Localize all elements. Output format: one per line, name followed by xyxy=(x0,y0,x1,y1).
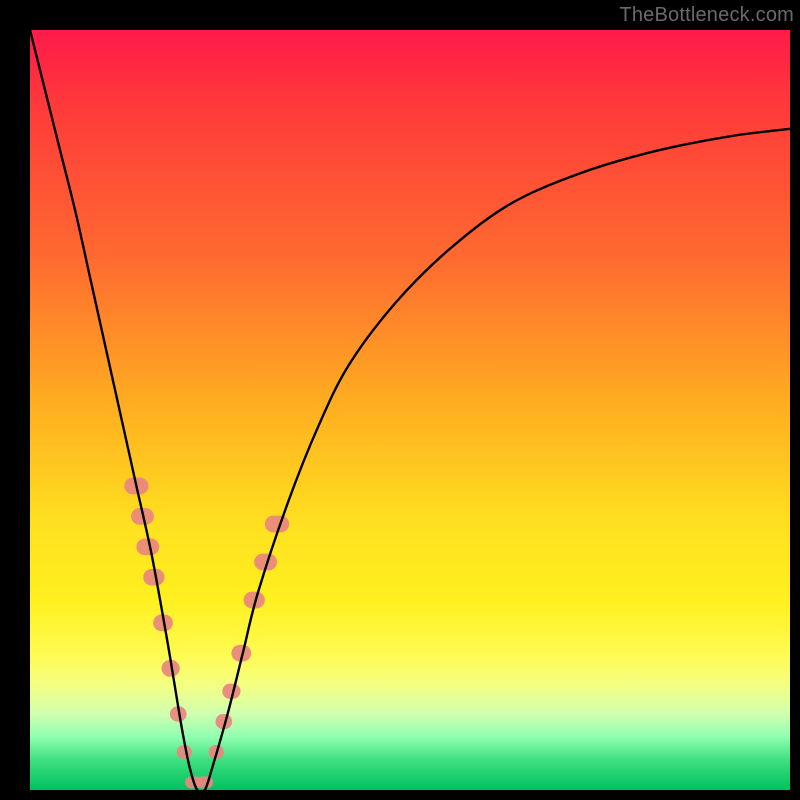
curve-marker xyxy=(131,508,154,525)
curve-marker xyxy=(124,478,148,495)
curve-marker xyxy=(136,538,159,555)
curve-marker xyxy=(170,706,187,721)
watermark-text: TheBottleneck.com xyxy=(619,4,794,27)
curve-marker xyxy=(265,516,289,533)
curve-marker xyxy=(254,554,277,571)
curve-marker xyxy=(196,776,213,788)
plot-area xyxy=(30,30,790,790)
chart-frame: TheBottleneck.com xyxy=(0,0,800,800)
curve-marker xyxy=(215,714,232,729)
curve-marker xyxy=(153,614,173,631)
markers-group xyxy=(124,478,289,789)
curve-marker xyxy=(209,745,224,759)
curve-marker xyxy=(185,776,202,788)
chart-svg xyxy=(30,30,790,790)
curve-marker xyxy=(161,660,179,677)
curve-marker xyxy=(143,569,164,586)
curve-marker xyxy=(177,745,192,759)
curve-marker xyxy=(244,592,265,609)
curve-marker xyxy=(222,684,240,699)
bottleneck-curve xyxy=(30,30,790,790)
curve-marker xyxy=(231,645,251,662)
